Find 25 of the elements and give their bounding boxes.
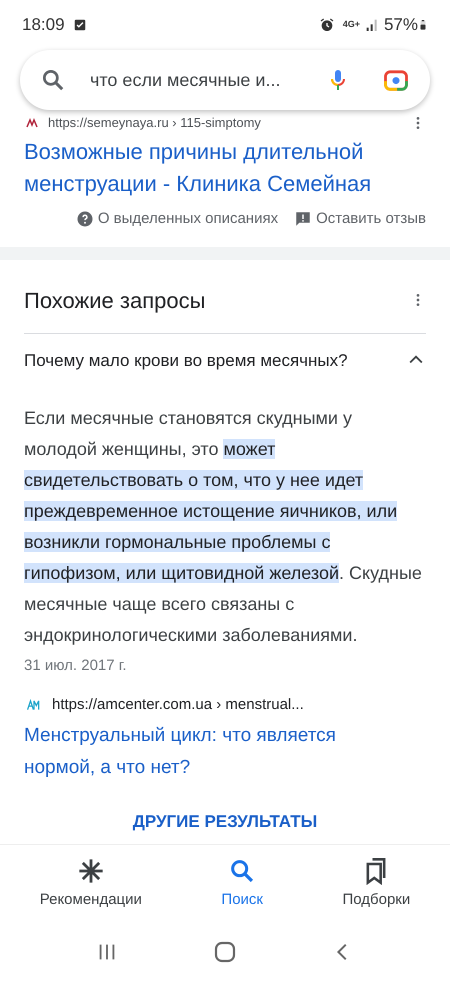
- feedback-link[interactable]: Оставить отзыв: [294, 208, 426, 230]
- site-url: https://semeynaya.ru › 115-simptomy: [48, 116, 262, 130]
- source-title-link[interactable]: Менструальный цикл: что является нормой, а что нет?: [24, 720, 364, 784]
- source-url: https://amcenter.com.ua › menstrual...: [52, 694, 304, 714]
- clock-time: 18:09: [22, 14, 65, 36]
- feedback-icon: [294, 210, 312, 228]
- asterisk-icon: [76, 856, 105, 885]
- checkbox-notification-icon: [72, 18, 87, 32]
- answer-date: 31 июл. 2017 г.: [24, 656, 128, 676]
- site-logo-icon: [24, 117, 40, 129]
- question-row[interactable]: Почему мало крови во время месячных?: [24, 332, 426, 387]
- search-field[interactable]: что если месячные и...: [20, 50, 430, 110]
- more-results-button[interactable]: ДРУГИЕ РЕЗУЛЬТАТЫ: [126, 808, 324, 836]
- result-title-link[interactable]: Возможные причины длительной менструации - Клиника Семейная: [24, 136, 426, 200]
- nav-tab[interactable]: Поиск: [215, 856, 269, 912]
- network-type: 4G+: [342, 18, 360, 32]
- section-heading: Похожие запросы: [24, 286, 206, 315]
- battery-percent: 57%: [384, 14, 418, 36]
- nav-tab[interactable]: Подборки: [336, 856, 416, 912]
- alarm-icon: [318, 17, 335, 33]
- home-icon[interactable]: [212, 940, 237, 964]
- search-icon: [40, 67, 66, 93]
- nav-tab[interactable]: Рекомендации: [34, 856, 148, 912]
- help-icon: [76, 210, 94, 228]
- about-snippets-link[interactable]: О выделенных описаниях: [76, 208, 278, 230]
